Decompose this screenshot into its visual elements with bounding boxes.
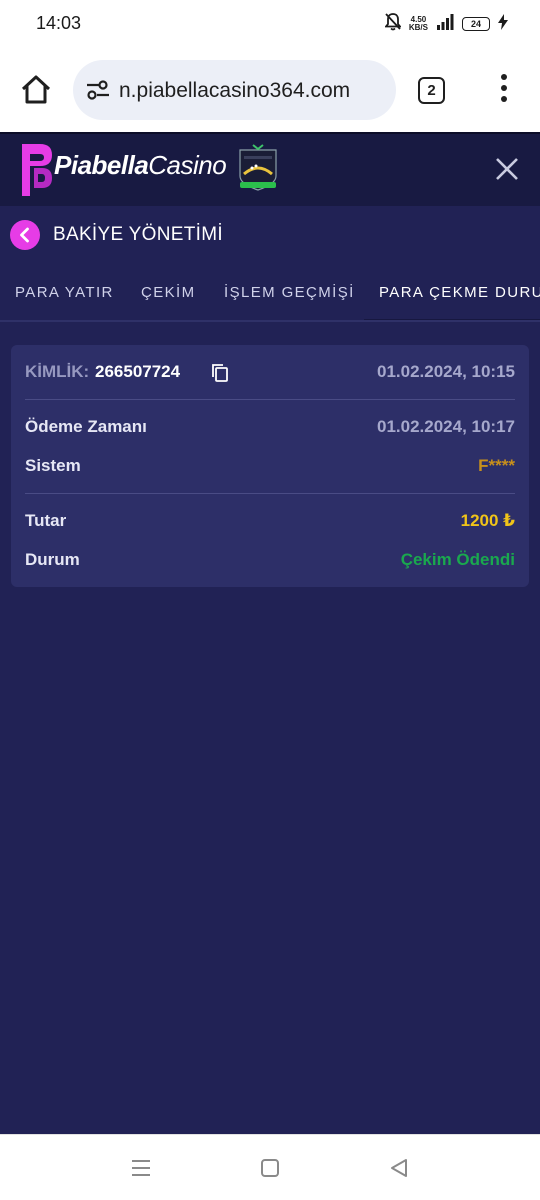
back-button[interactable] <box>10 220 40 250</box>
status-icons: 4.50 KB/S 24 <box>384 12 508 36</box>
status-row: Durum Çekim Ödendi <box>25 550 515 574</box>
status-label: Durum <box>25 550 80 569</box>
net-speed: 4.50 KB/S <box>409 16 428 32</box>
tab-withdraw[interactable]: ÇEKİM <box>141 284 196 301</box>
tab-deposit[interactable]: PARA YATIR <box>15 284 114 301</box>
brand-name-regular: Casino <box>148 150 227 180</box>
recents-icon[interactable] <box>130 1157 152 1184</box>
piabella-logo-icon[interactable] <box>20 142 54 203</box>
home-square-icon[interactable] <box>259 1157 281 1184</box>
amount-row: Tutar 1200 ₺ <box>25 511 515 535</box>
close-icon[interactable] <box>494 156 520 182</box>
tab-transaction-history[interactable]: İŞLEM GEÇMİŞİ <box>224 284 355 301</box>
payment-time-row: Ödeme Zamanı 01.02.2024, 10:17 <box>25 417 515 441</box>
site-header: PiabellaCasino <box>0 132 540 206</box>
status-bar: 14:03 4.50 KB/S 24 <box>0 0 540 48</box>
created-at: 01.02.2024, 10:15 <box>376 362 515 381</box>
system-nav-bar <box>0 1134 540 1200</box>
id-row: KİMLİK: 266507724 01.02.2024, 10:15 <box>25 362 515 386</box>
withdrawal-card: KİMLİK: 266507724 01.02.2024, 10:15 Ödem… <box>11 345 529 587</box>
system-label: Sistem <box>25 456 81 475</box>
chevron-left-icon <box>20 227 29 243</box>
tabs-icon[interactable]: 2 <box>418 77 445 104</box>
divider <box>25 493 515 494</box>
tune-icon[interactable] <box>85 78 111 107</box>
divider <box>25 399 515 400</box>
page-title-bar: BAKİYE YÖNETİMİ <box>0 206 540 264</box>
bell-muted-icon <box>384 12 402 36</box>
system-row: Sistem F**** <box>25 456 515 480</box>
back-triangle-icon[interactable] <box>388 1157 410 1184</box>
home-icon[interactable] <box>18 72 54 113</box>
amount-label: Tutar <box>25 511 67 530</box>
tab-bar: PARA YATIR ÇEKİM İŞLEM GEÇMİŞİ PARA ÇEKM… <box>0 264 540 322</box>
payment-time-value: 01.02.2024, 10:17 <box>376 417 515 436</box>
copy-icon[interactable] <box>211 363 229 388</box>
charging-icon <box>498 13 508 35</box>
net-speed-unit: KB/S <box>408 23 428 32</box>
battery-icon: 24 <box>462 17 490 31</box>
page-title: BAKİYE YÖNETİMİ <box>53 224 223 245</box>
status-value: Çekim Ödendi <box>400 550 515 569</box>
system-value: F**** <box>478 456 515 475</box>
browser-toolbar: n.piabellacasino364.com 2 <box>0 48 540 132</box>
signal-icon <box>436 13 454 35</box>
amount-value: 1200 ₺ <box>460 511 515 530</box>
license-badge-icon[interactable] <box>236 144 280 197</box>
brand-name-bold: Piabella <box>54 150 149 180</box>
tab-withdrawal-status[interactable]: PARA ÇEKME DURUMU <box>379 284 540 301</box>
url-text[interactable]: n.piabellacasino364.com <box>119 79 350 103</box>
status-time: 14:03 <box>36 13 82 33</box>
address-bar[interactable]: n.piabellacasino364.com <box>73 60 396 120</box>
active-tab-indicator <box>364 319 540 320</box>
brand-name[interactable]: PiabellaCasino <box>54 150 227 181</box>
more-vert-icon[interactable] <box>492 74 516 106</box>
payment-time-label: Ödeme Zamanı <box>25 417 147 436</box>
id-value: 266507724 <box>95 362 181 381</box>
id-label: KİMLİK: <box>25 362 90 381</box>
